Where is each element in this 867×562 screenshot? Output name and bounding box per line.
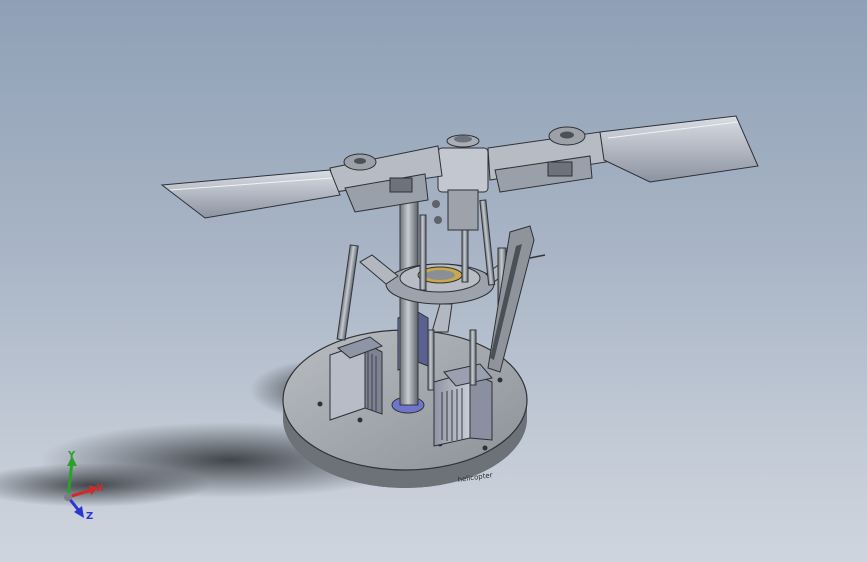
x-axis-label: X — [96, 483, 104, 494]
axis-triad[interactable]: Y X Z — [0, 0, 867, 562]
y-axis-arrow — [66, 456, 77, 498]
graphics-viewport[interactable]: helicopter Y X Z — [0, 0, 867, 562]
triad-origin — [64, 493, 72, 501]
y-axis-label: Y — [67, 450, 76, 461]
z-axis-label: Z — [86, 511, 93, 522]
x-axis-arrow — [67, 485, 98, 499]
